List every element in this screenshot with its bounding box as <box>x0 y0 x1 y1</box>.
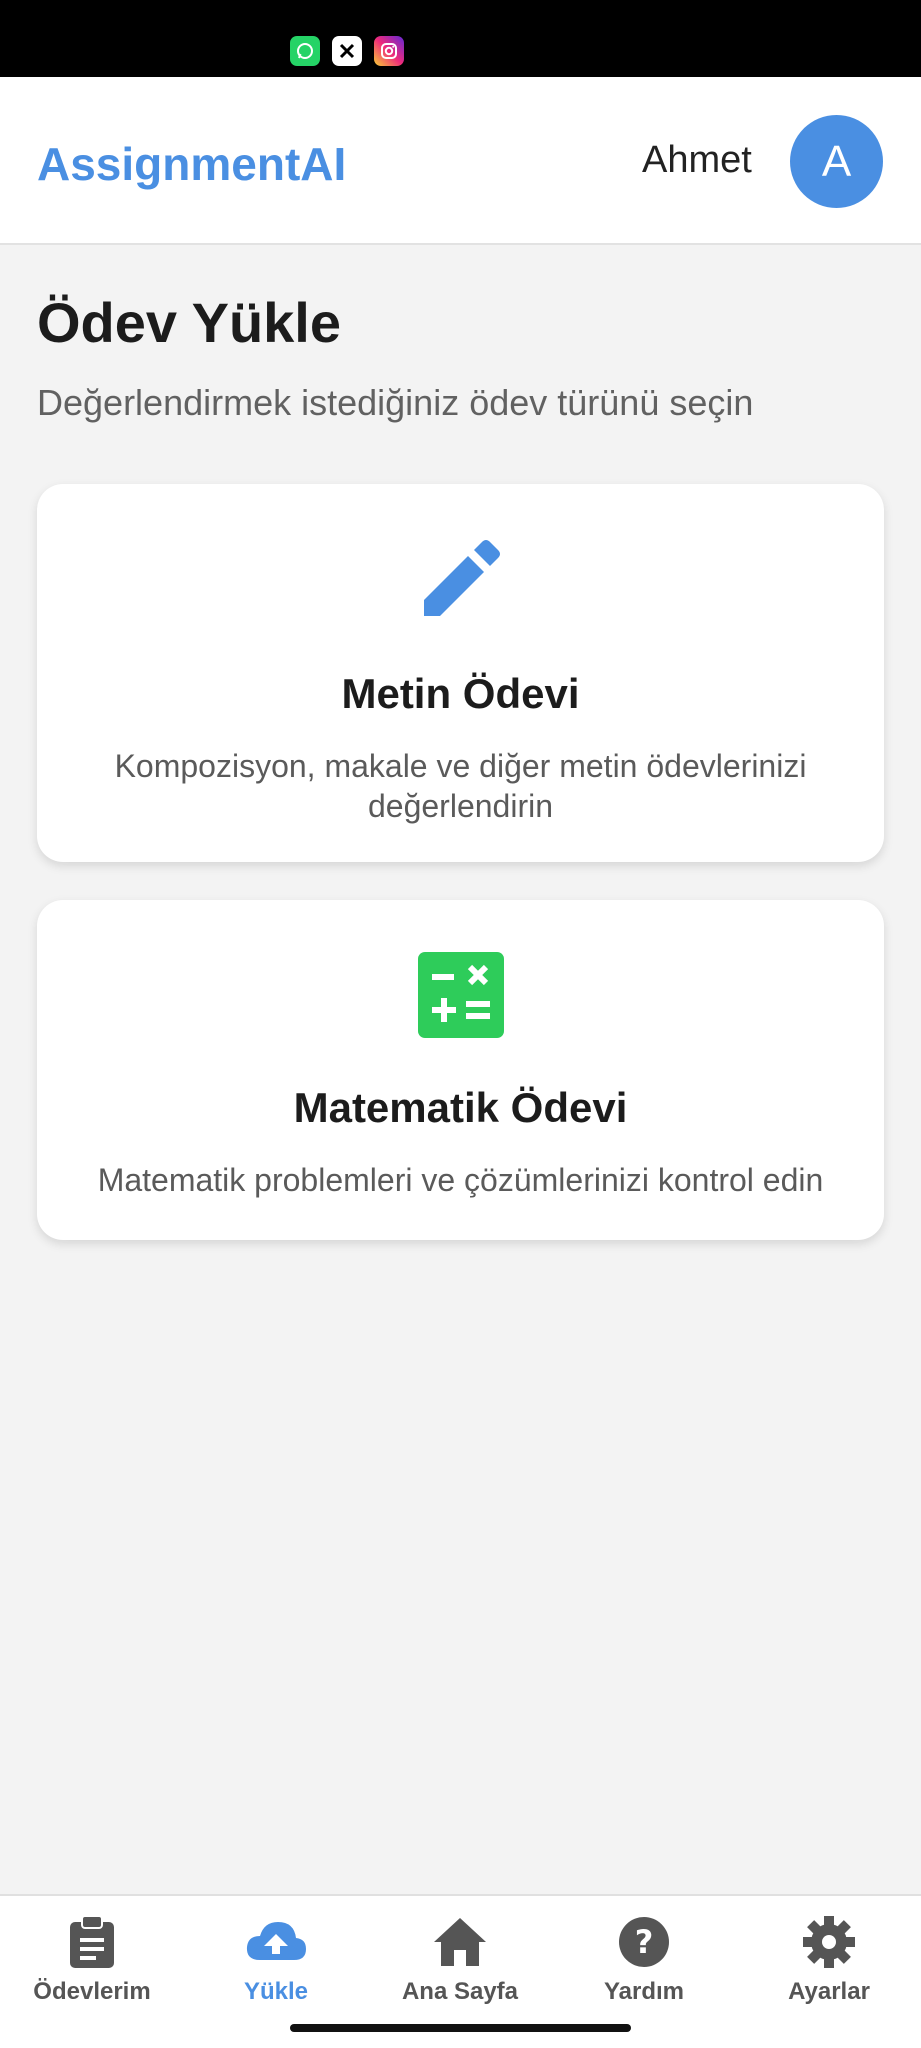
user-name: Ahmet <box>642 139 752 181</box>
help-icon: ? <box>619 1917 669 1967</box>
status-bar <box>0 0 921 77</box>
avatar[interactable]: A <box>790 115 883 208</box>
page-title: Ödev Yükle <box>37 291 342 354</box>
nav-label: Ana Sayfa <box>401 1978 519 2005</box>
nav-item-home[interactable]: Ana Sayfa <box>368 1914 552 2006</box>
home-icon <box>434 1918 486 1966</box>
notification-icons <box>290 36 404 66</box>
page-subtitle: Değerlendirmek istediğiniz ödev türünü s… <box>37 382 754 423</box>
card-title: Matematik Ödevi <box>293 1084 628 1131</box>
nav-label: Yardım <box>603 1978 685 2005</box>
nav-item-upload[interactable]: Yükle <box>184 1914 368 2006</box>
svg-text:?: ? <box>635 1923 654 1961</box>
nav-label: Yükle <box>243 1978 309 2005</box>
card-title: Metin Ödevi <box>341 670 580 717</box>
text-assignment-card[interactable]: Metin Ödevi Kompozisyon, makale ve diğer… <box>37 484 884 862</box>
nav-item-settings[interactable]: Ayarlar <box>737 1914 921 2006</box>
nav-item-help[interactable]: ? Yardım <box>552 1914 736 2006</box>
gear-icon <box>803 1916 855 1968</box>
calculator-icon <box>417 952 504 1043</box>
app-logo[interactable]: AssignmentAI <box>37 137 346 191</box>
card-description: Kompozisyon, makale ve diğer metin ödevl… <box>114 748 807 824</box>
card-description: Matematik problemleri ve çözümlerinizi k… <box>97 1162 824 1198</box>
x-icon <box>332 36 362 66</box>
pencil-icon <box>418 534 504 625</box>
cloud-upload-icon <box>246 1922 306 1960</box>
nav-item-assignments[interactable]: Ödevlerim <box>0 1914 184 2006</box>
app-header: AssignmentAI Ahmet A <box>0 77 921 245</box>
nav-label: Ödevlerim <box>33 1978 151 2005</box>
nav-label: Ayarlar <box>788 1978 870 2005</box>
whatsapp-icon <box>290 36 320 66</box>
math-assignment-card[interactable]: Matematik Ödevi Matematik problemleri ve… <box>37 900 884 1240</box>
home-indicator[interactable] <box>290 2024 631 2032</box>
instagram-icon <box>374 36 404 66</box>
clipboard-icon <box>70 1915 114 1968</box>
